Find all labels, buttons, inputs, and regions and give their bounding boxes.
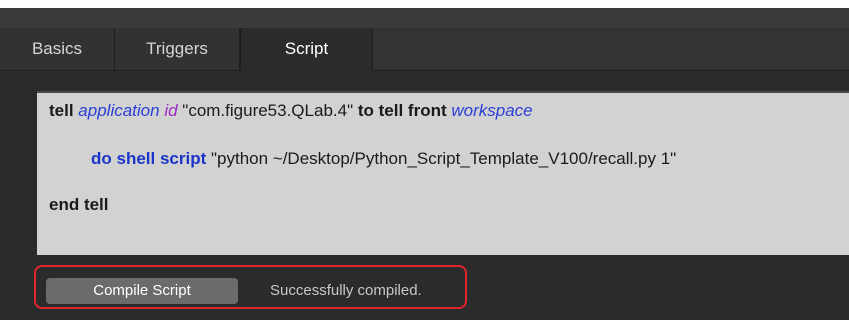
keyword-tell: tell (49, 101, 74, 120)
script-line-3: end tell (49, 195, 109, 215)
keyword-to-tell-front: to tell front (357, 101, 447, 120)
script-line-1: tell application id "com.figure53.QLab.4… (49, 101, 533, 121)
string-shell-command: "python ~/Desktop/Python_Script_Template… (210, 149, 677, 168)
keyword-end-tell: end tell (49, 195, 109, 214)
tab-basics[interactable]: Basics (0, 28, 115, 70)
script-editor[interactable]: tell application id "com.figure53.QLab.4… (37, 91, 849, 255)
class-workspace: workspace (451, 101, 533, 120)
class-application: application (78, 101, 160, 120)
tab-script[interactable]: Script (240, 28, 373, 71)
command-do-shell-script: do shell script (91, 149, 207, 168)
tab-bar: Basics Triggers Script (0, 28, 849, 71)
top-strip (0, 8, 849, 28)
tab-bar-filler (373, 28, 849, 70)
string-bundle-id: "com.figure53.QLab.4" (182, 101, 354, 120)
property-id: id (164, 101, 178, 120)
tab-triggers[interactable]: Triggers (115, 28, 240, 70)
compile-status-text: Successfully compiled. (270, 282, 422, 299)
script-line-2: do shell script "python ~/Desktop/Python… (91, 149, 676, 169)
compile-script-button[interactable]: Compile Script (46, 278, 238, 304)
